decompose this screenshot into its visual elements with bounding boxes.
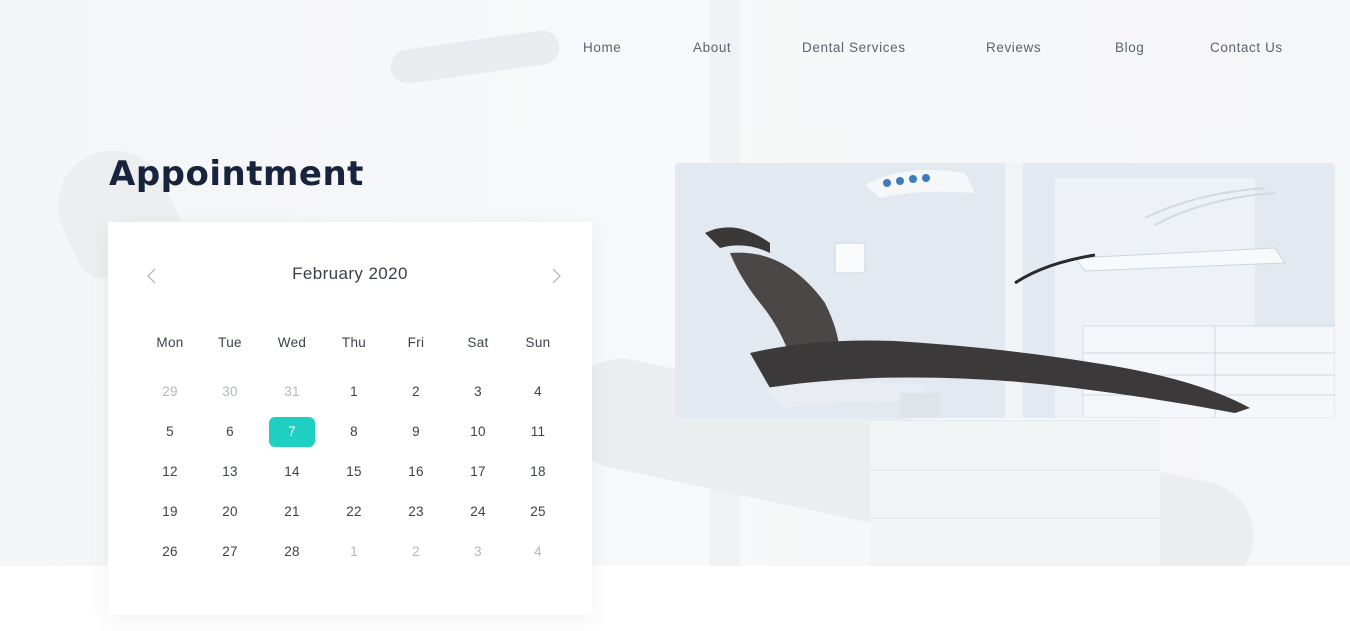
calendar-day[interactable]: 13 <box>206 457 254 487</box>
page-title: Appointment <box>109 154 364 194</box>
nav-reviews[interactable]: Reviews <box>986 40 1041 55</box>
calendar-day[interactable]: 2 <box>392 537 440 567</box>
calendar-day[interactable]: 20 <box>206 497 254 527</box>
calendar-day[interactable]: 21 <box>268 497 316 527</box>
chevron-right-icon[interactable] <box>544 264 568 288</box>
calendar-day[interactable]: 14 <box>268 457 316 487</box>
calendar-day[interactable]: 4 <box>514 377 562 407</box>
calendar-day-selected[interactable]: 7 <box>269 417 315 447</box>
calendar-week-row: 26 27 28 1 2 3 4 <box>138 537 570 567</box>
calendar-day[interactable]: 1 <box>330 537 378 567</box>
calendar-weekday-row: Mon Tue Wed Thu Fri Sat Sun <box>138 328 570 358</box>
weekday-label: Fri <box>407 335 425 350</box>
background-lamp <box>388 28 562 86</box>
calendar-day[interactable]: 17 <box>454 457 502 487</box>
calendar-day[interactable]: 10 <box>454 417 502 447</box>
calendar-day[interactable]: 19 <box>146 497 194 527</box>
calendar-day[interactable]: 2 <box>392 377 440 407</box>
calendar-day[interactable]: 15 <box>330 457 378 487</box>
calendar-day[interactable]: 29 <box>146 377 194 407</box>
calendar-day[interactable]: 12 <box>146 457 194 487</box>
weekday-label: Wed <box>277 335 307 350</box>
calendar-day[interactable]: 1 <box>330 377 378 407</box>
calendar-day[interactable]: 26 <box>146 537 194 567</box>
calendar-day[interactable]: 11 <box>514 417 562 447</box>
calendar-day[interactable]: 6 <box>206 417 254 447</box>
background-cabinet-line <box>870 518 1160 519</box>
calendar-day[interactable]: 8 <box>330 417 378 447</box>
weekday-label: Sat <box>467 335 489 350</box>
calendar-day[interactable]: 25 <box>514 497 562 527</box>
nav-blog[interactable]: Blog <box>1115 40 1144 55</box>
calendar-day[interactable]: 16 <box>392 457 440 487</box>
nav-home[interactable]: Home <box>583 40 621 55</box>
nav-about[interactable]: About <box>693 40 731 55</box>
background-cabinet <box>870 420 1160 566</box>
calendar-day[interactable]: 4 <box>514 537 562 567</box>
calendar-day[interactable]: 9 <box>392 417 440 447</box>
calendar-day[interactable]: 23 <box>392 497 440 527</box>
weekday-label: Thu <box>341 335 367 350</box>
weekday-label: Sun <box>525 335 551 350</box>
calendar-day[interactable]: 31 <box>268 377 316 407</box>
calendar-day[interactable]: 30 <box>206 377 254 407</box>
appointment-calendar: February 2020 Mon Tue Wed Thu Fri Sat Su… <box>108 222 592 615</box>
calendar-day[interactable]: 24 <box>454 497 502 527</box>
nav-contact-us[interactable]: Contact Us <box>1210 40 1283 55</box>
nav-dental-services[interactable]: Dental Services <box>802 40 906 55</box>
weekday-label: Mon <box>156 335 184 350</box>
weekday-label: Tue <box>218 335 242 350</box>
calendar-header: February 2020 <box>108 260 592 290</box>
dental-chair-photo <box>675 163 1335 418</box>
calendar-week-row: 12 13 14 15 16 17 18 <box>138 457 570 487</box>
background-cabinet-line <box>870 470 1160 471</box>
calendar-day[interactable]: 3 <box>454 377 502 407</box>
calendar-week-row: 5 6 7 8 9 10 11 <box>138 417 570 447</box>
calendar-day[interactable]: 28 <box>268 537 316 567</box>
calendar-day[interactable]: 18 <box>514 457 562 487</box>
calendar-month-label: February 2020 <box>292 264 408 283</box>
calendar-day[interactable]: 27 <box>206 537 254 567</box>
calendar-week-row: 29 30 31 1 2 3 4 <box>138 377 570 407</box>
calendar-day[interactable]: 5 <box>146 417 194 447</box>
calendar-day[interactable]: 22 <box>330 497 378 527</box>
calendar-week-row: 19 20 21 22 23 24 25 <box>138 497 570 527</box>
dental-chair-illustration <box>675 163 1335 418</box>
calendar-day[interactable]: 3 <box>454 537 502 567</box>
